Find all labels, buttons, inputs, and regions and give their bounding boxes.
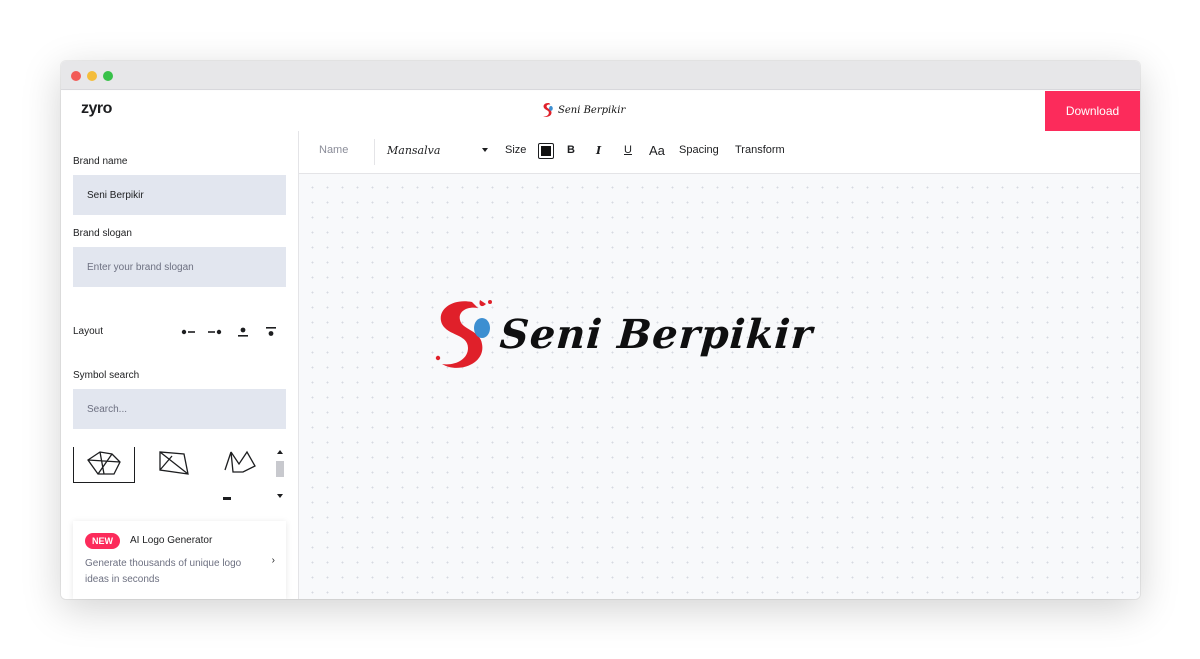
editor-sidebar: Brand name Brand slogan Layout Sy <box>61 131 299 599</box>
layout-icon-left-icon[interactable] <box>180 325 196 339</box>
symbol-results-grid <box>73 447 286 503</box>
letter-case-button[interactable]: Aa <box>649 143 665 158</box>
geometric-symbol-icon <box>159 450 189 475</box>
size-control[interactable]: Size <box>505 144 526 156</box>
transform-button[interactable]: Transform <box>735 144 785 156</box>
brand-symbol-icon[interactable] <box>434 296 498 372</box>
geometric-symbol-icon <box>224 450 256 473</box>
symbol-partial-icon <box>223 497 231 500</box>
brand-symbol-mini-icon <box>542 102 553 118</box>
layout-row: Layout <box>73 324 286 340</box>
symbol-search-label: Symbol search <box>73 370 140 381</box>
layout-icon-top-icon[interactable] <box>235 325 251 339</box>
brand-name-input[interactable] <box>73 175 286 215</box>
logo-canvas[interactable]: Seni Berpikir <box>299 174 1140 599</box>
toolbar-divider <box>374 139 375 165</box>
promo-description: Generate thousands of unique logo ideas … <box>85 558 242 585</box>
brand-slogan-input[interactable] <box>73 247 286 287</box>
screen: zyro Seni Berpikir Download Brand name B… <box>0 0 1200 659</box>
layout-label: Layout <box>73 326 104 337</box>
name-tab[interactable]: Name <box>319 144 348 156</box>
chevron-right-icon[interactable]: › <box>272 555 275 566</box>
logo-preview[interactable]: Seni Berpikir <box>434 296 815 372</box>
zyro-logo[interactable]: zyro <box>81 100 112 118</box>
color-swatch-fill <box>541 146 551 156</box>
window-titlebar <box>61 61 1140 90</box>
logo-preview-mini-text: Seni Berpikir <box>558 104 626 116</box>
layout-icon-bottom-icon[interactable] <box>263 325 279 339</box>
chevron-down-icon[interactable] <box>482 148 488 152</box>
symbol-scrollbar[interactable] <box>273 447 287 503</box>
browser-window: zyro Seni Berpikir Download Brand name B… <box>61 61 1140 599</box>
spacing-button[interactable]: Spacing <box>679 144 719 156</box>
italic-button[interactable]: I <box>596 144 601 157</box>
font-family-select[interactable]: Mansalva <box>387 144 489 157</box>
maximize-window-icon[interactable] <box>103 71 113 81</box>
brand-name-label: Brand name <box>73 156 128 167</box>
ai-logo-generator-card[interactable]: NEW AI Logo Generator Generate thousands… <box>73 521 286 599</box>
brand-slogan-label: Brand slogan <box>73 228 132 239</box>
symbol-option[interactable] <box>143 447 205 482</box>
symbol-option[interactable] <box>73 447 135 483</box>
layout-icon-right-icon[interactable] <box>207 325 223 339</box>
app-header: zyro Seni Berpikir Download <box>61 91 1140 131</box>
minimize-window-icon[interactable] <box>87 71 97 81</box>
underline-button[interactable]: U <box>624 144 632 156</box>
symbol-search-input[interactable] <box>73 389 286 429</box>
geometric-symbol-icon <box>87 450 121 475</box>
new-badge: NEW <box>85 533 120 549</box>
text-color-picker[interactable] <box>538 143 554 159</box>
download-button[interactable]: Download <box>1045 91 1140 131</box>
symbol-option[interactable] <box>208 447 270 482</box>
bold-button[interactable]: B <box>567 144 575 156</box>
promo-title: AI Logo Generator <box>130 535 213 546</box>
logo-preview-mini: Seni Berpikir <box>541 99 625 121</box>
close-window-icon[interactable] <box>71 71 81 81</box>
text-toolbar: Name Mansalva Size B I U Aa Spacing Tran… <box>299 131 1140 174</box>
brand-name-text[interactable]: Seni Berpikir <box>498 311 814 358</box>
